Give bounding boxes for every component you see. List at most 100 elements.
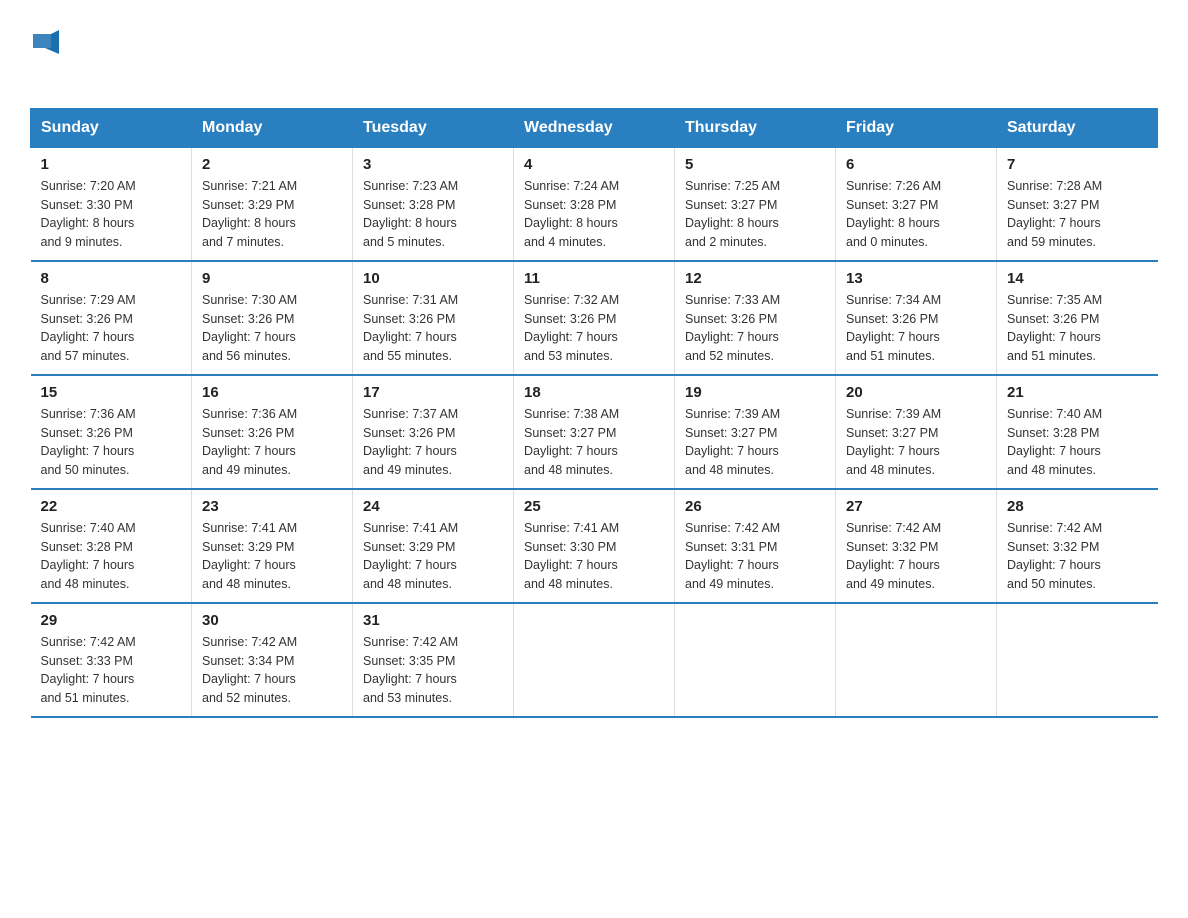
calendar-cell: 22 Sunrise: 7:40 AMSunset: 3:28 PMDaylig…	[31, 489, 192, 603]
day-number: 30	[202, 612, 342, 629]
day-info: Sunrise: 7:42 AMSunset: 3:31 PMDaylight:…	[685, 519, 825, 594]
day-info: Sunrise: 7:37 AMSunset: 3:26 PMDaylight:…	[363, 405, 503, 480]
day-info: Sunrise: 7:21 AMSunset: 3:29 PMDaylight:…	[202, 177, 342, 252]
day-info: Sunrise: 7:42 AMSunset: 3:33 PMDaylight:…	[41, 633, 182, 708]
weekday-header: Thursday	[675, 108, 836, 147]
calendar-cell	[997, 603, 1158, 717]
calendar-cell: 14 Sunrise: 7:35 AMSunset: 3:26 PMDaylig…	[997, 261, 1158, 375]
day-number: 24	[363, 498, 503, 515]
day-number: 18	[524, 384, 664, 401]
calendar-cell: 12 Sunrise: 7:33 AMSunset: 3:26 PMDaylig…	[675, 261, 836, 375]
day-number: 31	[363, 612, 503, 629]
day-number: 5	[685, 156, 825, 173]
calendar-cell: 8 Sunrise: 7:29 AMSunset: 3:26 PMDayligh…	[31, 261, 192, 375]
day-number: 16	[202, 384, 342, 401]
day-number: 13	[846, 270, 986, 287]
calendar-week-row: 8 Sunrise: 7:29 AMSunset: 3:26 PMDayligh…	[31, 261, 1158, 375]
calendar-week-row: 29 Sunrise: 7:42 AMSunset: 3:33 PMDaylig…	[31, 603, 1158, 717]
weekday-header: Friday	[836, 108, 997, 147]
day-number: 3	[363, 156, 503, 173]
calendar-cell: 11 Sunrise: 7:32 AMSunset: 3:26 PMDaylig…	[514, 261, 675, 375]
weekday-header: Wednesday	[514, 108, 675, 147]
calendar-cell: 5 Sunrise: 7:25 AMSunset: 3:27 PMDayligh…	[675, 147, 836, 261]
logo	[30, 20, 62, 88]
calendar-cell: 24 Sunrise: 7:41 AMSunset: 3:29 PMDaylig…	[353, 489, 514, 603]
weekday-header: Monday	[192, 108, 353, 147]
page-header	[30, 20, 1158, 88]
day-info: Sunrise: 7:32 AMSunset: 3:26 PMDaylight:…	[524, 291, 664, 366]
day-number: 6	[846, 156, 986, 173]
day-info: Sunrise: 7:40 AMSunset: 3:28 PMDaylight:…	[1007, 405, 1148, 480]
calendar-cell: 6 Sunrise: 7:26 AMSunset: 3:27 PMDayligh…	[836, 147, 997, 261]
calendar-cell: 26 Sunrise: 7:42 AMSunset: 3:31 PMDaylig…	[675, 489, 836, 603]
day-info: Sunrise: 7:30 AMSunset: 3:26 PMDaylight:…	[202, 291, 342, 366]
day-number: 23	[202, 498, 342, 515]
calendar-cell: 25 Sunrise: 7:41 AMSunset: 3:30 PMDaylig…	[514, 489, 675, 603]
day-number: 26	[685, 498, 825, 515]
calendar-cell	[836, 603, 997, 717]
calendar-cell: 18 Sunrise: 7:38 AMSunset: 3:27 PMDaylig…	[514, 375, 675, 489]
day-info: Sunrise: 7:36 AMSunset: 3:26 PMDaylight:…	[202, 405, 342, 480]
calendar-cell	[514, 603, 675, 717]
day-number: 1	[41, 156, 182, 173]
day-number: 8	[41, 270, 182, 287]
day-info: Sunrise: 7:39 AMSunset: 3:27 PMDaylight:…	[685, 405, 825, 480]
day-number: 15	[41, 384, 182, 401]
day-info: Sunrise: 7:29 AMSunset: 3:26 PMDaylight:…	[41, 291, 182, 366]
weekday-header: Saturday	[997, 108, 1158, 147]
day-number: 7	[1007, 156, 1148, 173]
calendar-cell: 7 Sunrise: 7:28 AMSunset: 3:27 PMDayligh…	[997, 147, 1158, 261]
calendar-cell: 1 Sunrise: 7:20 AMSunset: 3:30 PMDayligh…	[31, 147, 192, 261]
logo-icon	[31, 26, 61, 56]
calendar-cell: 17 Sunrise: 7:37 AMSunset: 3:26 PMDaylig…	[353, 375, 514, 489]
day-number: 14	[1007, 270, 1148, 287]
calendar-cell: 21 Sunrise: 7:40 AMSunset: 3:28 PMDaylig…	[997, 375, 1158, 489]
day-number: 4	[524, 156, 664, 173]
calendar-cell: 19 Sunrise: 7:39 AMSunset: 3:27 PMDaylig…	[675, 375, 836, 489]
day-info: Sunrise: 7:42 AMSunset: 3:35 PMDaylight:…	[363, 633, 503, 708]
calendar-week-row: 15 Sunrise: 7:36 AMSunset: 3:26 PMDaylig…	[31, 375, 1158, 489]
day-info: Sunrise: 7:41 AMSunset: 3:29 PMDaylight:…	[363, 519, 503, 594]
day-number: 11	[524, 270, 664, 287]
calendar-cell: 30 Sunrise: 7:42 AMSunset: 3:34 PMDaylig…	[192, 603, 353, 717]
calendar-cell: 15 Sunrise: 7:36 AMSunset: 3:26 PMDaylig…	[31, 375, 192, 489]
day-number: 25	[524, 498, 664, 515]
day-info: Sunrise: 7:42 AMSunset: 3:32 PMDaylight:…	[1007, 519, 1148, 594]
day-number: 27	[846, 498, 986, 515]
calendar-cell: 3 Sunrise: 7:23 AMSunset: 3:28 PMDayligh…	[353, 147, 514, 261]
day-info: Sunrise: 7:41 AMSunset: 3:29 PMDaylight:…	[202, 519, 342, 594]
calendar-cell	[675, 603, 836, 717]
day-number: 29	[41, 612, 182, 629]
day-info: Sunrise: 7:42 AMSunset: 3:32 PMDaylight:…	[846, 519, 986, 594]
day-info: Sunrise: 7:23 AMSunset: 3:28 PMDaylight:…	[363, 177, 503, 252]
calendar-cell: 16 Sunrise: 7:36 AMSunset: 3:26 PMDaylig…	[192, 375, 353, 489]
day-info: Sunrise: 7:35 AMSunset: 3:26 PMDaylight:…	[1007, 291, 1148, 366]
calendar-week-row: 22 Sunrise: 7:40 AMSunset: 3:28 PMDaylig…	[31, 489, 1158, 603]
day-info: Sunrise: 7:39 AMSunset: 3:27 PMDaylight:…	[846, 405, 986, 480]
day-info: Sunrise: 7:42 AMSunset: 3:34 PMDaylight:…	[202, 633, 342, 708]
day-info: Sunrise: 7:26 AMSunset: 3:27 PMDaylight:…	[846, 177, 986, 252]
calendar-cell: 13 Sunrise: 7:34 AMSunset: 3:26 PMDaylig…	[836, 261, 997, 375]
day-number: 17	[363, 384, 503, 401]
day-info: Sunrise: 7:36 AMSunset: 3:26 PMDaylight:…	[41, 405, 182, 480]
day-number: 19	[685, 384, 825, 401]
calendar-cell: 29 Sunrise: 7:42 AMSunset: 3:33 PMDaylig…	[31, 603, 192, 717]
logo-text	[30, 20, 62, 88]
calendar-cell: 4 Sunrise: 7:24 AMSunset: 3:28 PMDayligh…	[514, 147, 675, 261]
day-number: 22	[41, 498, 182, 515]
weekday-header: Sunday	[31, 108, 192, 147]
day-number: 21	[1007, 384, 1148, 401]
day-number: 9	[202, 270, 342, 287]
weekday-header: Tuesday	[353, 108, 514, 147]
calendar-cell: 10 Sunrise: 7:31 AMSunset: 3:26 PMDaylig…	[353, 261, 514, 375]
calendar-cell: 27 Sunrise: 7:42 AMSunset: 3:32 PMDaylig…	[836, 489, 997, 603]
day-info: Sunrise: 7:20 AMSunset: 3:30 PMDaylight:…	[41, 177, 182, 252]
weekday-header-row: SundayMondayTuesdayWednesdayThursdayFrid…	[31, 108, 1158, 147]
calendar-cell: 2 Sunrise: 7:21 AMSunset: 3:29 PMDayligh…	[192, 147, 353, 261]
calendar-week-row: 1 Sunrise: 7:20 AMSunset: 3:30 PMDayligh…	[31, 147, 1158, 261]
calendar-cell: 23 Sunrise: 7:41 AMSunset: 3:29 PMDaylig…	[192, 489, 353, 603]
calendar-cell: 9 Sunrise: 7:30 AMSunset: 3:26 PMDayligh…	[192, 261, 353, 375]
day-number: 28	[1007, 498, 1148, 515]
day-info: Sunrise: 7:31 AMSunset: 3:26 PMDaylight:…	[363, 291, 503, 366]
day-info: Sunrise: 7:24 AMSunset: 3:28 PMDaylight:…	[524, 177, 664, 252]
